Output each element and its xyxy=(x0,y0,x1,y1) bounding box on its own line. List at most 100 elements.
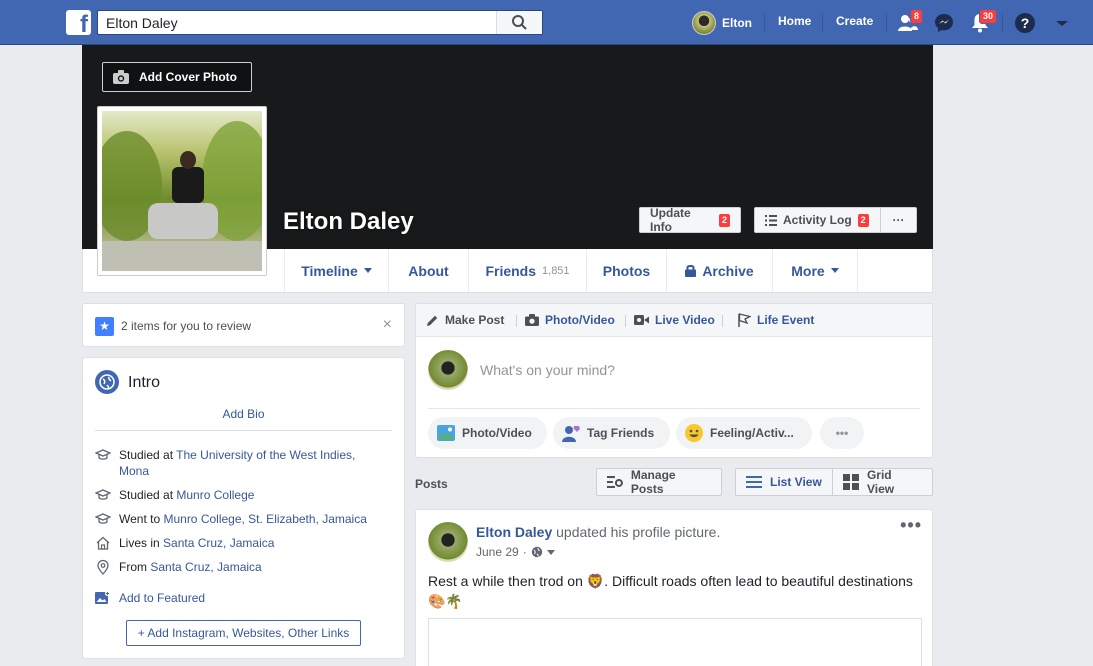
profile-picture[interactable] xyxy=(97,106,267,276)
profile-name[interactable]: Elton Daley xyxy=(283,208,414,236)
globe-icon[interactable] xyxy=(531,546,543,558)
nav-home-link[interactable]: Home xyxy=(778,14,811,28)
intro-education-row: Studied at Munro College xyxy=(95,487,385,503)
manage-posts-button[interactable]: Manage Posts xyxy=(596,468,722,496)
review-items-card[interactable]: ★ 2 items for you to review × xyxy=(82,303,405,347)
flag-icon xyxy=(738,313,751,327)
feeling-activity-label: Feeling/Activ... xyxy=(710,426,794,440)
composer-text-input[interactable]: What's on your mind? xyxy=(480,362,615,378)
tab-photo-video-label: Photo/Video xyxy=(545,313,615,327)
post-composer: Make Post Photo/Video Live Video Life Ev… xyxy=(415,303,933,458)
search-input[interactable] xyxy=(98,11,498,34)
post-card: Elton Daley updated his profile picture.… xyxy=(415,509,933,666)
notifications-badge: 30 xyxy=(979,9,998,24)
post-date-link[interactable]: June 29 xyxy=(476,545,519,559)
post-meta: June 29 · xyxy=(476,545,555,559)
friends-count: 1,851 xyxy=(542,264,570,277)
add-links-button[interactable]: + Add Instagram, Websites, Other Links xyxy=(126,620,361,646)
post-header: Elton Daley updated his profile picture. xyxy=(476,524,720,540)
graduation-cap-icon xyxy=(95,513,111,524)
nav-create-link[interactable]: Create xyxy=(836,14,873,28)
audience-chevron-down-icon[interactable] xyxy=(546,549,555,555)
friend-requests-badge: 8 xyxy=(910,9,924,24)
intro-row-text: Studied at The University of the West In… xyxy=(119,447,385,479)
tab-live-video[interactable]: Live Video xyxy=(634,313,715,327)
divider xyxy=(625,315,626,327)
facebook-logo-icon[interactable]: f xyxy=(66,10,91,37)
feeling-activity-button[interactable]: Feeling/Activ... xyxy=(676,417,812,449)
smiley-icon xyxy=(685,424,703,442)
camera-icon xyxy=(525,314,539,326)
notifications-bell-icon[interactable]: 30 xyxy=(968,9,998,35)
tab-friends[interactable]: Friends 1,851 xyxy=(468,249,586,292)
tab-more[interactable]: More xyxy=(772,249,858,292)
intro-row-prefix: Went to xyxy=(119,512,164,526)
photo-icon xyxy=(437,425,455,441)
intro-row-prefix: Lives in xyxy=(119,536,164,550)
search-icon xyxy=(512,15,527,30)
composer-more-button[interactable]: ••• xyxy=(820,417,864,449)
intro-row-prefix: Studied at xyxy=(119,448,177,462)
tab-make-post[interactable]: Make Post xyxy=(426,313,504,327)
tab-more-label: More xyxy=(791,262,825,279)
tab-friends-label: Friends xyxy=(485,262,537,279)
tag-friends-button[interactable]: Tag Friends xyxy=(553,417,670,449)
post-image[interactable] xyxy=(428,618,922,666)
messenger-icon[interactable] xyxy=(932,11,956,35)
intro-location-link[interactable]: Santa Cruz, Jamaica xyxy=(150,560,261,574)
intro-title: Intro xyxy=(128,374,161,391)
friend-requests-icon[interactable]: 8 xyxy=(896,9,924,35)
post-options-button[interactable]: ••• xyxy=(900,516,922,534)
intro-card: Intro Add Bio Studied at The University … xyxy=(82,357,405,659)
intro-row-prefix: Studied at xyxy=(119,488,177,502)
review-items-text: 2 items for you to review xyxy=(121,319,252,333)
activity-log-count-badge: 2 xyxy=(857,213,869,227)
avatar[interactable] xyxy=(428,522,468,562)
intro-from-row: From Santa Cruz, Jamaica xyxy=(95,559,385,575)
add-bio-link[interactable]: Add Bio xyxy=(83,407,404,421)
intro-education-row: Went to Munro College, St. Elizabeth, Ja… xyxy=(95,511,385,527)
grid-view-button[interactable]: Grid View xyxy=(832,468,933,496)
close-icon[interactable]: × xyxy=(383,316,392,334)
add-to-featured-link[interactable]: Add to Featured xyxy=(95,591,205,605)
chevron-down-icon xyxy=(830,268,839,273)
photo-video-button[interactable]: Photo/Video xyxy=(428,417,547,449)
intro-education-link[interactable]: Munro College, St. Elizabeth, Jamaica xyxy=(163,512,366,526)
tab-archive[interactable]: Archive xyxy=(666,249,772,292)
tab-photos[interactable]: Photos xyxy=(586,249,666,292)
graduation-cap-icon xyxy=(95,449,111,460)
nav-profile-link[interactable]: Elton xyxy=(692,11,752,35)
avatar xyxy=(428,350,468,390)
tab-archive-label: Archive xyxy=(702,262,754,279)
add-cover-photo-button[interactable]: Add Cover Photo xyxy=(102,62,252,92)
tab-timeline[interactable]: Timeline xyxy=(284,249,388,292)
star-icon: ★ xyxy=(95,317,114,336)
tab-photo-video[interactable]: Photo/Video xyxy=(525,313,615,327)
composer-tabs: Make Post Photo/Video Live Video Life Ev… xyxy=(416,304,932,337)
nav-divider xyxy=(886,14,887,32)
activity-log-button[interactable]: Activity Log 2 xyxy=(754,207,880,233)
divider xyxy=(516,315,517,327)
account-menu-chevron-down-icon[interactable] xyxy=(1050,11,1074,35)
nav-divider xyxy=(764,14,765,32)
cover-more-options-button[interactable]: ··· xyxy=(880,207,917,233)
intro-row-text: Went to Munro College, St. Elizabeth, Ja… xyxy=(119,511,367,527)
search-button[interactable] xyxy=(496,11,542,34)
activity-log-label: Activity Log xyxy=(783,213,852,227)
intro-education-link[interactable]: Munro College xyxy=(176,488,254,502)
intro-row-text: From Santa Cruz, Jamaica xyxy=(119,559,262,575)
tab-about[interactable]: About xyxy=(388,249,468,292)
separator-dot: · xyxy=(522,545,527,559)
post-author-link[interactable]: Elton Daley xyxy=(476,524,552,540)
intro-location-link[interactable]: Santa Cruz, Jamaica xyxy=(163,536,274,550)
nav-user-name: Elton xyxy=(722,16,752,30)
intro-education-row: Studied at The University of the West In… xyxy=(95,447,385,479)
intro-row-text: Studied at Munro College xyxy=(119,487,254,503)
help-icon[interactable]: ? xyxy=(1013,11,1037,35)
tab-life-event[interactable]: Life Event xyxy=(738,313,814,327)
tab-life-event-label: Life Event xyxy=(757,313,815,327)
posts-section-title: Posts xyxy=(415,477,448,491)
profile-photo-image xyxy=(102,111,262,271)
list-view-button[interactable]: List View xyxy=(735,468,833,496)
update-info-button[interactable]: Update Info 2 xyxy=(639,206,741,234)
